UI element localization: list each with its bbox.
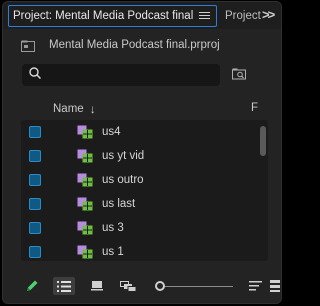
- tab-project-label: Project: Mental Media Podcast final: [13, 10, 194, 22]
- column-header-second[interactable]: F: [251, 102, 258, 114]
- search-icon: [29, 66, 42, 84]
- list-item[interactable]: us 1: [21, 240, 255, 261]
- item-checkbox[interactable]: [29, 173, 41, 186]
- sequence-icon: [77, 245, 93, 259]
- sequence-icon: [77, 173, 93, 187]
- item-label: us 1: [102, 245, 124, 258]
- item-checkbox[interactable]: [29, 125, 41, 138]
- tab-overflow-icon[interactable]: >>: [262, 7, 275, 22]
- list-item[interactable]: us last: [21, 192, 255, 215]
- sort-menu-icon[interactable]: [247, 277, 263, 295]
- sequence-icon: [77, 197, 93, 211]
- project-panel: Project: Mental Media Podcast final Proj…: [2, 1, 282, 304]
- list-item[interactable]: us 3: [21, 216, 255, 239]
- bottom-toolbar: [3, 272, 281, 302]
- column-name-label: Name: [53, 103, 84, 115]
- list-scrollbar[interactable]: [260, 126, 266, 156]
- tab-project-active[interactable]: Project: Mental Media Podcast final: [8, 5, 217, 27]
- freeform-view-icon[interactable]: [118, 277, 138, 295]
- icon-view-icon[interactable]: [89, 277, 105, 295]
- item-checkbox[interactable]: [29, 149, 41, 162]
- sequence-icon: [77, 125, 93, 139]
- item-label: us last: [102, 197, 136, 210]
- list-item[interactable]: us outro: [21, 168, 255, 191]
- tab-project-inactive[interactable]: Project: [225, 10, 261, 22]
- sort-arrow-down-icon: ↓: [89, 102, 96, 116]
- pencil-icon[interactable]: [23, 277, 41, 295]
- project-items-list[interactable]: us4 us yt vid us outro us last us 3 us 1: [21, 120, 268, 261]
- item-label: us outro: [102, 173, 144, 186]
- column-header-name[interactable]: Name ↓: [53, 102, 96, 116]
- item-checkbox[interactable]: [29, 245, 41, 258]
- sequence-icon: [77, 149, 93, 163]
- sequence-icon: [77, 221, 93, 235]
- item-label: us4: [102, 125, 121, 138]
- list-item[interactable]: us yt vid: [21, 144, 255, 167]
- item-label: us yt vid: [102, 149, 145, 162]
- tab-bar: Project: Mental Media Podcast final Proj…: [3, 2, 281, 29]
- tab-menu-icon[interactable]: [199, 10, 210, 22]
- project-file-name: Mental Media Podcast final.prproj: [49, 39, 220, 51]
- automate-to-sequence-icon[interactable]: [269, 277, 281, 295]
- list-view-icon[interactable]: [53, 277, 75, 295]
- search-input[interactable]: [47, 69, 207, 81]
- list-item[interactable]: us4: [21, 120, 255, 143]
- item-checkbox[interactable]: [29, 197, 41, 210]
- zoom-slider-track[interactable]: [163, 286, 233, 287]
- project-file-row: Mental Media Podcast final.prproj: [21, 36, 220, 54]
- item-label: us 3: [102, 221, 124, 234]
- find-in-bin-icon[interactable]: [232, 68, 248, 86]
- project-file-icon: [21, 39, 35, 52]
- item-checkbox[interactable]: [29, 221, 41, 234]
- zoom-slider-thumb[interactable]: [155, 281, 165, 291]
- search-box[interactable]: [22, 64, 220, 86]
